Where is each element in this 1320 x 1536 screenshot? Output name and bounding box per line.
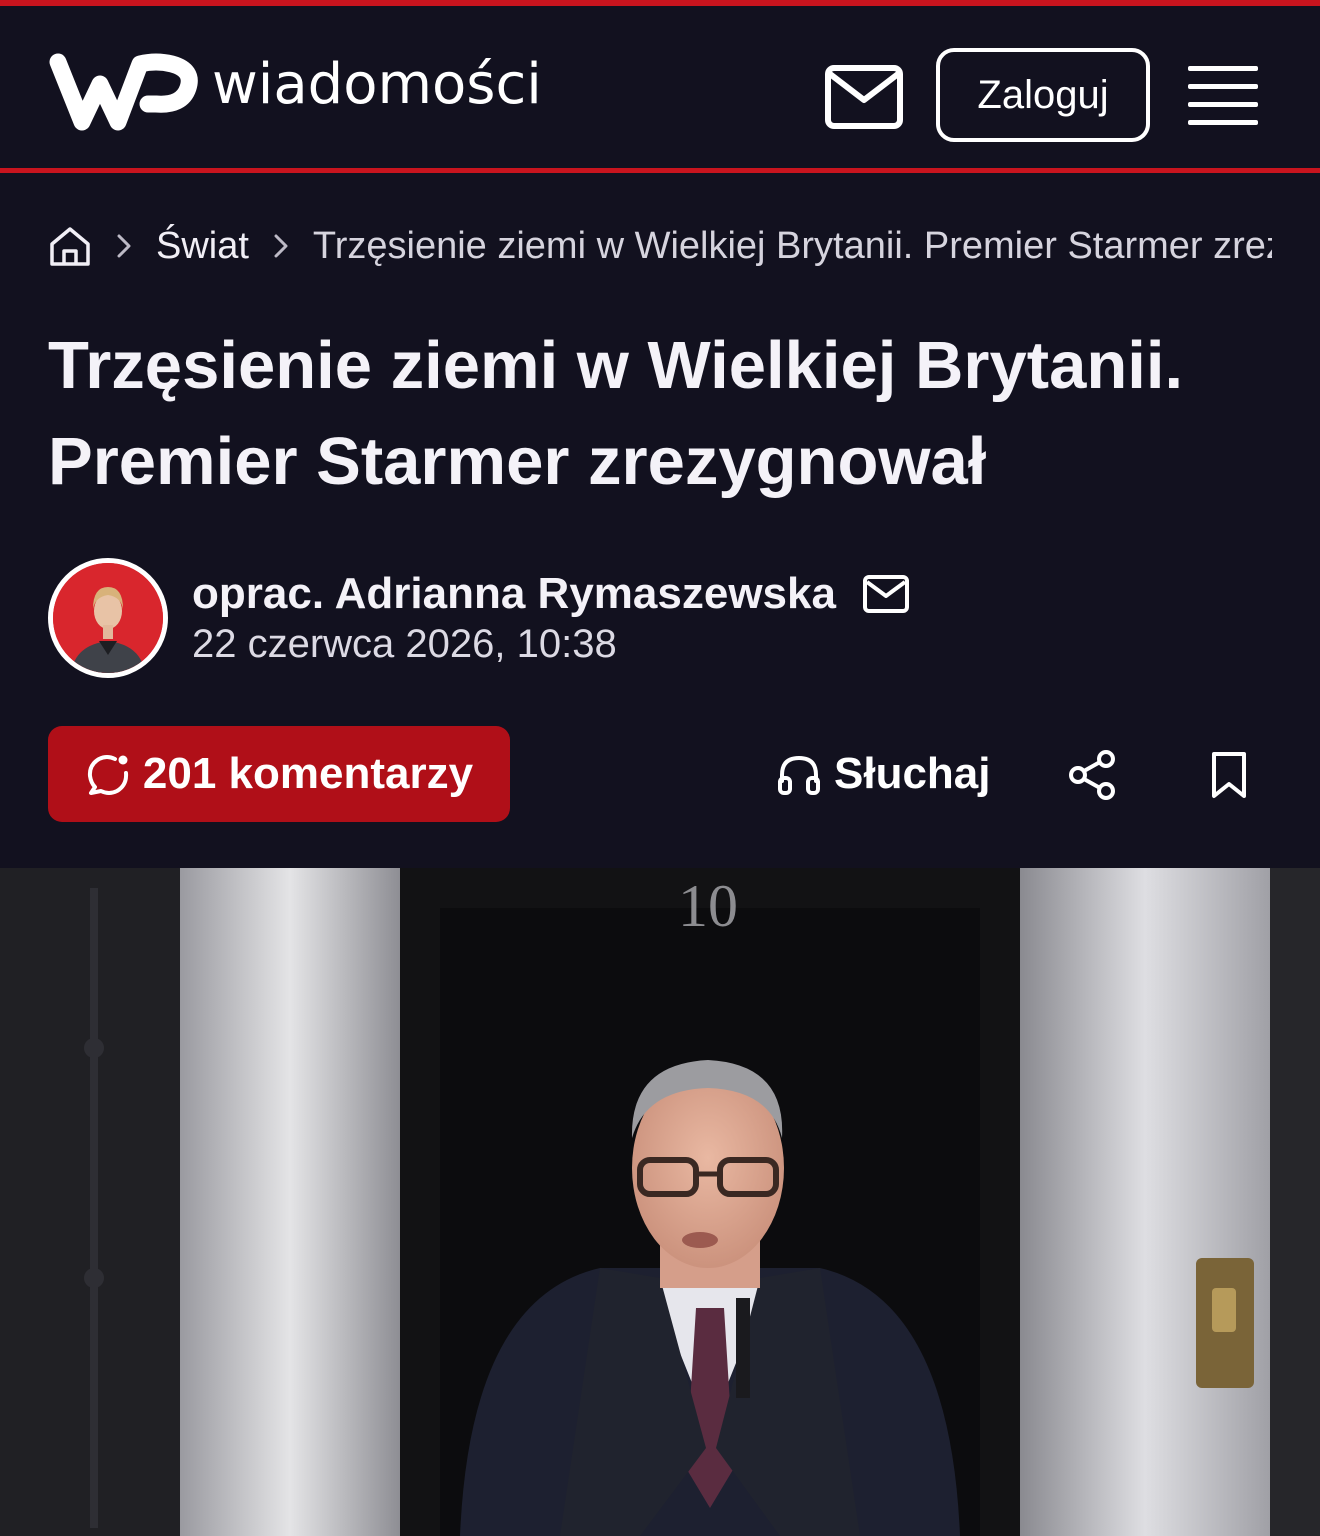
chevron-right-icon	[274, 234, 288, 258]
publish-date: 22 czerwca 2026, 10:38	[192, 622, 617, 666]
logo-text: wiadomości	[212, 52, 542, 117]
wp-logo[interactable]: wiadomości	[48, 50, 542, 140]
author-avatar[interactable]	[48, 558, 168, 678]
headphones-icon	[778, 755, 820, 795]
mail-icon[interactable]	[824, 64, 904, 130]
header-divider	[0, 168, 1320, 173]
door-number: 10	[678, 873, 738, 939]
comment-icon	[87, 755, 128, 795]
article-hero-photo[interactable]: 10	[0, 868, 1320, 1536]
author-portrait	[53, 563, 163, 673]
listen-label: Słuchaj	[834, 749, 991, 798]
breadcrumb-section-link[interactable]: Świat	[156, 225, 249, 268]
wp-logo-mark	[49, 53, 198, 131]
chevron-right-icon	[117, 234, 131, 258]
article-title: Trzęsienie ziemi w Wielkiej Brytanii. Pr…	[48, 328, 1184, 499]
author-name[interactable]: oprac. Adrianna Rymaszewska	[192, 569, 836, 619]
hamburger-menu-icon[interactable]	[1186, 64, 1260, 128]
site-header: wiadomości Zaloguj	[0, 6, 1320, 168]
hero-image: 10	[0, 868, 1320, 1536]
comments-button[interactable]: 201 komentarzy	[48, 726, 510, 822]
listen-button[interactable]: Słuchaj	[776, 744, 991, 804]
home-icon[interactable]	[48, 224, 92, 268]
breadcrumb: Świat Trzęsienie ziemi w Wielkiej Brytan…	[48, 218, 1272, 274]
share-icon[interactable]	[1066, 748, 1120, 802]
login-button[interactable]: Zaloguj	[936, 48, 1150, 142]
comments-count-label: 201 komentarzy	[142, 749, 474, 798]
breadcrumb-current-page: Trzęsienie ziemi w Wielkiej Brytanii. Pr…	[312, 224, 1272, 267]
bookmark-icon[interactable]	[1208, 750, 1250, 800]
author-row: oprac. Adrianna Rymaszewska	[192, 568, 910, 620]
mail-icon[interactable]	[862, 574, 910, 614]
